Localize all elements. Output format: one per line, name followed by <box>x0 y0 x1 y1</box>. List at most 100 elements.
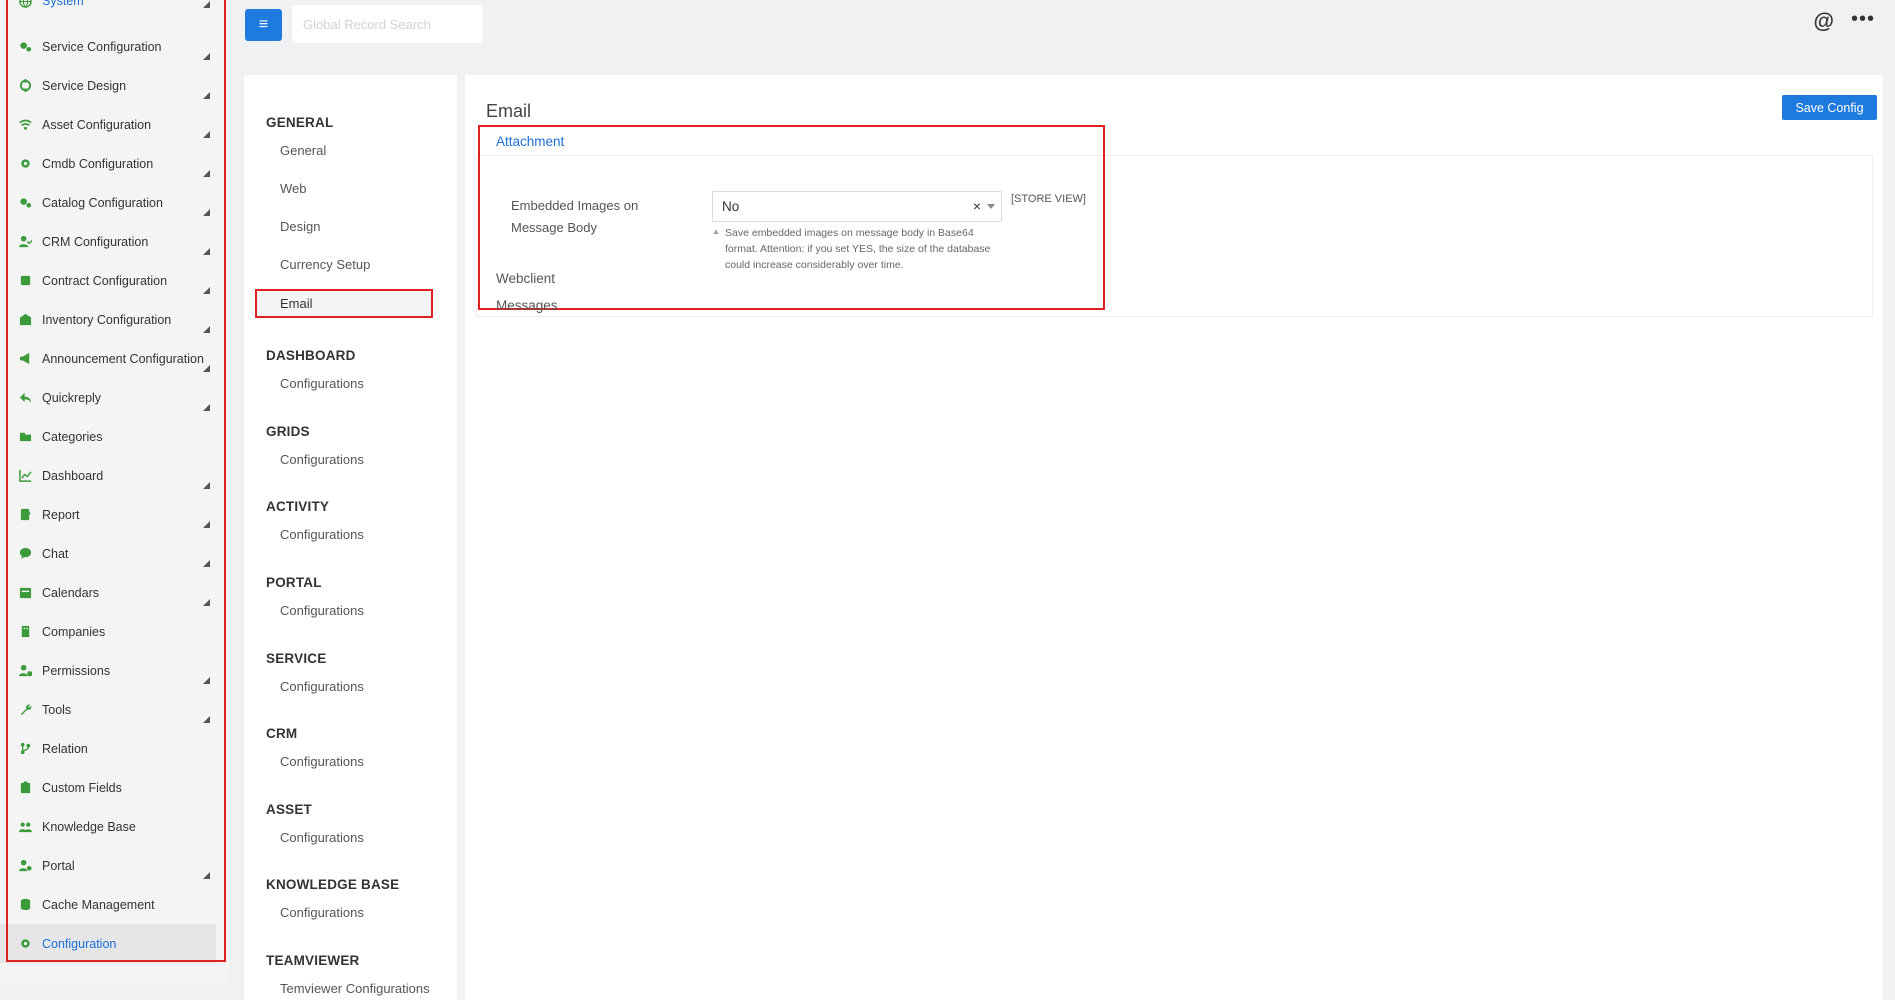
megaphone-icon <box>18 352 32 366</box>
sidebar-item-cache-management[interactable]: Cache Management <box>0 885 216 924</box>
sidebar-item-crm-configuration[interactable]: CRM Configuration <box>0 222 216 261</box>
sidebar-item-catalog-configuration[interactable]: Catalog Configuration <box>0 183 216 222</box>
config-link[interactable]: Configurations <box>280 905 364 920</box>
config-section-title: DASHBOARD <box>266 348 356 363</box>
expand-caret-icon[interactable] <box>203 521 210 528</box>
global-search-input[interactable] <box>292 5 483 43</box>
embedded-images-label: Embedded Images on Message Body <box>511 198 639 235</box>
expand-caret-icon[interactable] <box>203 560 210 567</box>
expand-caret-icon[interactable] <box>203 677 210 684</box>
config-link[interactable]: Web <box>280 181 307 196</box>
sidebar-item-system[interactable]: System <box>0 0 216 14</box>
clear-icon[interactable]: × <box>973 198 981 214</box>
expand-caret-icon[interactable] <box>203 872 210 879</box>
sidebar-item-companies[interactable]: Companies <box>0 612 216 651</box>
sidebar-item-service-configuration[interactable]: Service Configuration <box>0 27 216 66</box>
top-bar: ≡ @ ••• <box>230 0 1895 52</box>
database-icon <box>18 898 32 912</box>
sidebar-item-tools[interactable]: Tools <box>0 690 216 729</box>
config-link[interactable]: Configurations <box>280 679 364 694</box>
field-hint: Save embedded images on message body in … <box>725 227 991 271</box>
sidebar-item-contract-configuration[interactable]: Contract Configuration <box>0 261 216 300</box>
sidebar-item-service-design[interactable]: Service Design <box>0 66 216 105</box>
expand-caret-icon[interactable] <box>203 53 210 60</box>
sidebar-item-label: Tools <box>42 702 72 717</box>
sidebar-item-label: Categories <box>42 429 103 444</box>
expand-caret-icon[interactable] <box>203 326 210 333</box>
expand-caret-icon[interactable] <box>203 1 210 8</box>
hint-triangle-icon: ▲ <box>712 227 720 236</box>
expand-caret-icon[interactable] <box>203 170 210 177</box>
config-section-title: CRM <box>266 726 298 741</box>
sidebar-item-label: Companies <box>42 624 106 639</box>
sidebar-item-knowledge-base[interactable]: Knowledge Base <box>0 807 216 846</box>
expand-caret-icon[interactable] <box>203 131 210 138</box>
config-section-title: ASSET <box>266 802 313 817</box>
config-link[interactable]: Configurations <box>280 376 364 391</box>
config-link[interactable]: Configurations <box>280 830 364 845</box>
menu-toggle-button[interactable]: ≡ <box>245 9 282 41</box>
embedded-images-select[interactable]: No × <box>712 191 1002 222</box>
chevron-down-icon[interactable] <box>987 204 995 209</box>
sidebar-item-inventory-configuration[interactable]: Inventory Configuration <box>0 300 216 339</box>
sidebar-item-label: Permissions <box>42 663 111 678</box>
save-config-button[interactable]: Save Config <box>1782 95 1877 120</box>
sidebar-item-report[interactable]: Report <box>0 495 216 534</box>
config-link[interactable]: Configurations <box>280 527 364 542</box>
sidebar-item-asset-configuration[interactable]: Asset Configuration <box>0 105 216 144</box>
wifi-icon <box>18 118 32 132</box>
config-section-title: GRIDS <box>266 424 310 439</box>
sidebar-item-portal[interactable]: Portal <box>0 846 216 885</box>
sidebar-item-cmdb-configuration[interactable]: Cmdb Configuration <box>0 144 216 183</box>
sidebar-item-label: Chat <box>42 546 69 561</box>
attachment-legend[interactable]: Attachment <box>496 134 564 149</box>
sidebar-item-label: Portal <box>42 858 75 873</box>
sidebar-item-label: Report <box>42 507 80 522</box>
sidebar-item-quickreply[interactable]: Quickreply <box>0 378 216 417</box>
sidebar-item-relation[interactable]: Relation <box>0 729 216 768</box>
more-options-icon[interactable]: ••• <box>1851 8 1875 31</box>
sidebar-item-label: Inventory Configuration <box>42 312 172 327</box>
sidebar-item-label: Dashboard <box>42 468 104 483</box>
config-link[interactable]: Temviewer Configurations <box>280 981 430 996</box>
sidebar-item-label: Cache Management <box>42 897 155 912</box>
config-link[interactable]: Configurations <box>280 452 364 467</box>
chat-bubble-icon <box>18 547 32 561</box>
sidebar-item-chat[interactable]: Chat <box>0 534 216 573</box>
sidebar-item-permissions[interactable]: Permissions <box>0 651 216 690</box>
sidebar-item-label: Service Design <box>42 78 127 93</box>
config-link[interactable]: Configurations <box>280 603 364 618</box>
sidebar-item-label: Service Configuration <box>42 39 162 54</box>
group-messages[interactable]: Messages <box>496 298 558 313</box>
expand-caret-icon[interactable] <box>203 599 210 606</box>
expand-caret-icon[interactable] <box>203 248 210 255</box>
sidebar-item-categories[interactable]: Categories <box>0 417 216 456</box>
expand-caret-icon[interactable] <box>203 92 210 99</box>
at-mention-icon[interactable]: @ <box>1814 10 1834 34</box>
sidebar-item-dashboard[interactable]: Dashboard <box>0 456 216 495</box>
expand-caret-icon[interactable] <box>203 482 210 489</box>
config-link[interactable]: General <box>280 143 326 158</box>
expand-caret-icon[interactable] <box>203 287 210 294</box>
expand-caret-icon[interactable] <box>203 365 210 372</box>
line-chart-icon <box>18 469 32 483</box>
group-webclient[interactable]: Webclient <box>496 271 555 286</box>
sidebar-item-announcement-configuration[interactable]: Announcement Configuration <box>0 339 216 378</box>
config-section-title: SERVICE <box>266 651 327 666</box>
config-link[interactable]: Design <box>280 219 320 234</box>
branch-icon <box>18 742 32 756</box>
expand-caret-icon[interactable] <box>203 209 210 216</box>
sidebar-item-label: Calendars <box>42 585 99 600</box>
sidebar-item-custom-fields[interactable]: Custom Fields <box>0 768 216 807</box>
page-title: Email <box>486 101 532 121</box>
user-gear-icon <box>18 859 32 873</box>
expand-caret-icon[interactable] <box>203 716 210 723</box>
sidebar-item-label: Contract Configuration <box>42 273 168 288</box>
sidebar-item-label: Announcement Configuration <box>42 351 204 366</box>
sidebar-item-configuration[interactable]: Configuration <box>0 924 216 963</box>
config-link[interactable]: Configurations <box>280 754 364 769</box>
config-link[interactable]: Currency Setup <box>280 257 370 272</box>
sidebar-item-calendars[interactable]: Calendars <box>0 573 216 612</box>
expand-caret-icon[interactable] <box>203 404 210 411</box>
config-link-email-active[interactable]: Email <box>255 289 433 318</box>
